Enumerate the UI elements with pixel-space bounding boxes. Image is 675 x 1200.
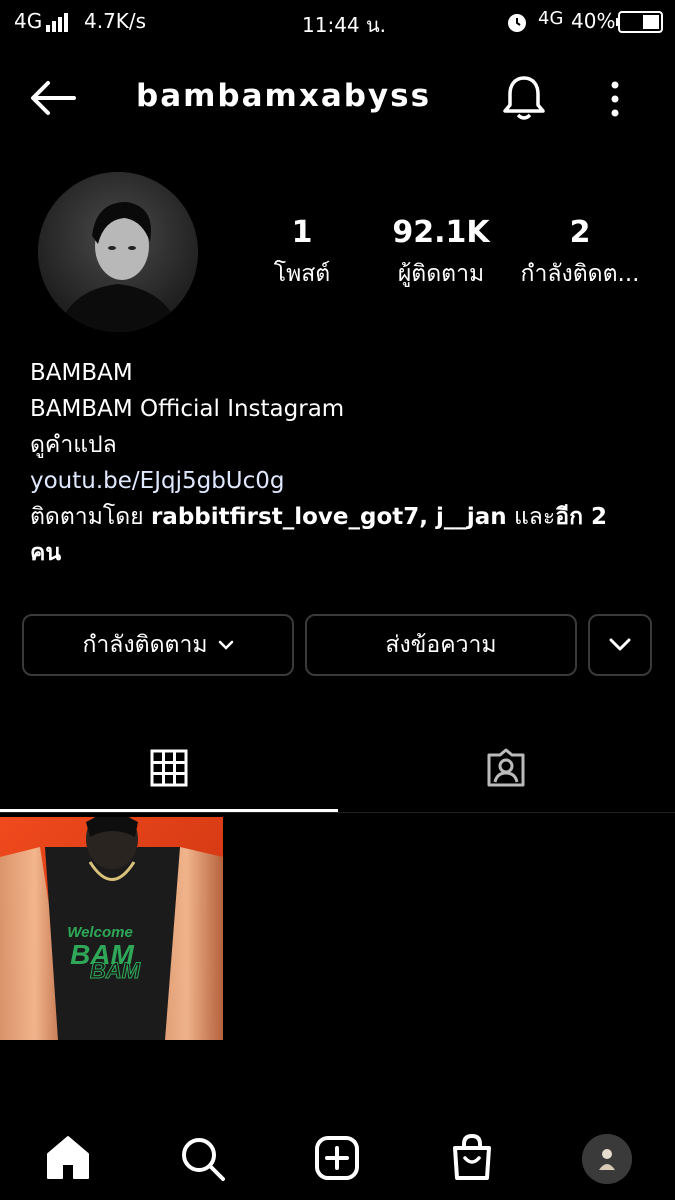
post-thumbnail[interactable]: Welcome BAM BAM xyxy=(0,817,223,1040)
profile-tabs xyxy=(0,730,675,815)
profile-name: BAMBAM xyxy=(30,360,133,386)
profile-bio: BAMBAM BAMBAM Official Instagram ดูคำแปล… xyxy=(30,355,640,571)
tab-divider xyxy=(0,812,675,813)
home-icon[interactable] xyxy=(45,1134,91,1180)
signal-icon xyxy=(46,13,68,32)
search-icon[interactable] xyxy=(180,1136,226,1182)
avatar[interactable] xyxy=(38,172,198,332)
chevron-down-icon xyxy=(609,638,631,651)
battery-icon xyxy=(616,11,663,33)
followed-by-users[interactable]: rabbitfirst_love_got7, j__jan xyxy=(151,504,507,530)
chevron-down-icon xyxy=(218,640,233,650)
following-label: กำลังติดต... xyxy=(520,261,640,287)
new-post-icon[interactable] xyxy=(315,1136,359,1180)
alarm-icon xyxy=(508,14,526,32)
stat-followers[interactable]: 92.1K ผู้ติดตาม xyxy=(385,215,497,292)
bottom-nav xyxy=(0,1115,675,1200)
network-right: 4G xyxy=(538,8,564,29)
network-label: 4G xyxy=(14,9,43,33)
translate-link[interactable]: ดูคำแปล xyxy=(30,427,640,463)
followers-count: 92.1K xyxy=(392,215,490,250)
profile-username: bambamxabyss xyxy=(136,78,432,114)
following-button[interactable]: กำลังติดตาม xyxy=(22,614,294,676)
message-button[interactable]: ส่งข้อความ xyxy=(305,614,577,676)
network-speed: 4.7K/s xyxy=(84,9,147,33)
more-vertical-icon[interactable] xyxy=(606,80,624,118)
posts-count: 1 xyxy=(291,215,313,250)
battery-percent: 40% xyxy=(571,9,616,33)
post-caption-sub: BAM xyxy=(90,958,141,983)
bell-icon[interactable] xyxy=(502,74,546,122)
profile-avatar-tab[interactable] xyxy=(582,1134,632,1184)
followed-by[interactable]: ติดตามโดย rabbitfirst_love_got7, j__jan … xyxy=(30,499,640,571)
stat-posts[interactable]: 1 โพสต์ xyxy=(262,215,342,292)
followed-by-mid: และ xyxy=(506,504,556,530)
followed-by-prefix: ติดตามโดย xyxy=(30,504,151,530)
followers-label: ผู้ติดตาม xyxy=(397,261,485,287)
grid-icon[interactable] xyxy=(150,749,188,787)
message-button-label: ส่งข้อความ xyxy=(385,632,497,658)
suggestions-button[interactable] xyxy=(588,614,652,676)
shop-icon[interactable] xyxy=(451,1134,493,1180)
profile-header: bambamxabyss xyxy=(0,60,675,140)
tagged-icon[interactable] xyxy=(485,747,527,789)
status-bar: 4G 4.7K/s 11:44 น. 4G 40% xyxy=(0,0,675,45)
bio-link[interactable]: youtu.be/EJqj5gbUc0g xyxy=(30,463,640,499)
back-arrow-icon[interactable] xyxy=(30,80,76,116)
posts-label: โพสต์ xyxy=(273,261,331,287)
clock: 11:44 น. xyxy=(302,13,387,37)
following-button-label: กำลังติดตาม xyxy=(82,632,208,658)
stat-following[interactable]: 2 กำลังติดต... xyxy=(516,215,644,292)
following-count: 2 xyxy=(569,215,591,250)
bio-text: BAMBAM Official Instagram xyxy=(30,396,345,422)
